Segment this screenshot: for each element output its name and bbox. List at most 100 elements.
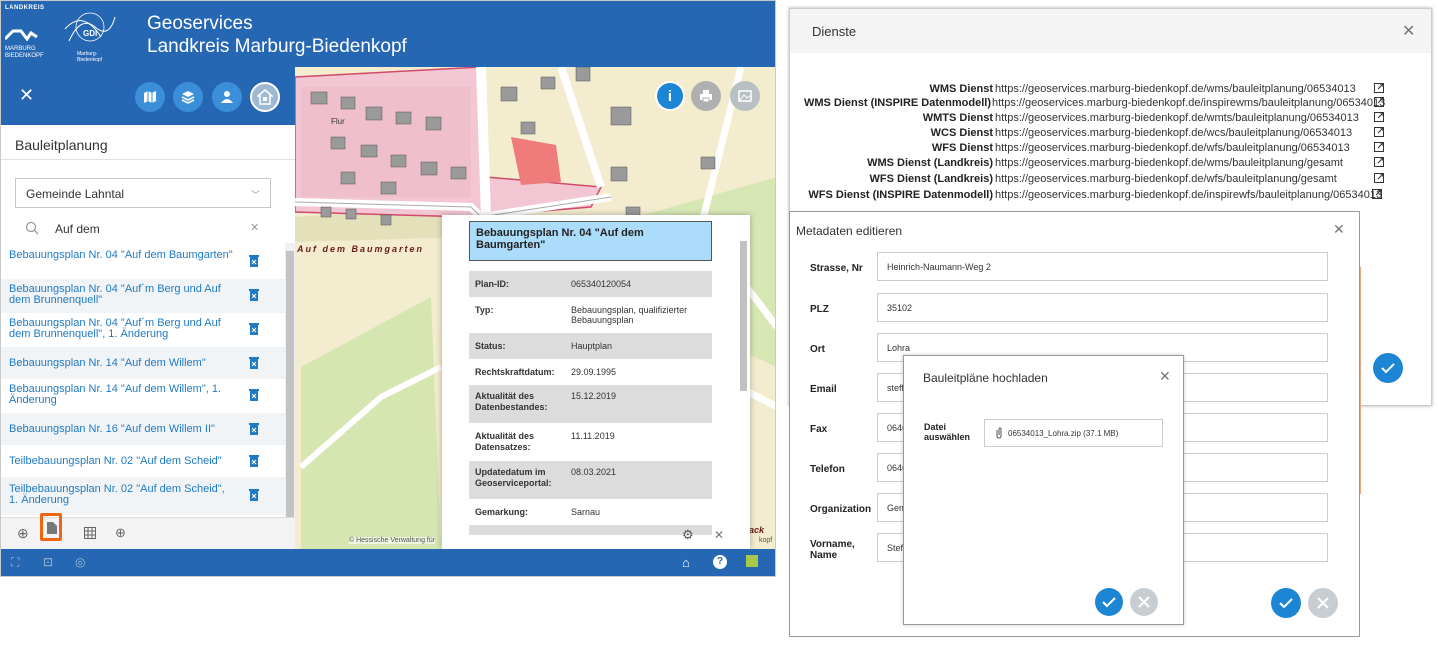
scrollbar-thumb[interactable] — [286, 251, 294, 521]
table-icon[interactable] — [84, 527, 96, 539]
plan-item[interactable]: Bebauungsplan Nr. 04 "Auf´m Berg und Auf… — [1, 279, 285, 313]
delete-icon[interactable] — [249, 423, 259, 435]
field-label: Organization — [810, 504, 872, 515]
service-url[interactable]: https://geoservices.marburg-biedenkopf.d… — [995, 112, 1359, 124]
metadaten-confirm-button[interactable] — [1271, 588, 1301, 618]
service-url[interactable]: https://geoservices.marburg-biedenkopf.d… — [995, 189, 1382, 201]
field-label: Strasse, Nr — [810, 263, 863, 274]
selected-file: 06534013_Lohra.zip (37.1 MB) — [1008, 429, 1119, 438]
plan-item[interactable]: Bebauungsplan Nr. 04 "Auf dem Baumgarten… — [1, 245, 285, 279]
upload-dialog: Bauleitpläne hochladen ✕ Datei auswählen… — [903, 355, 1184, 625]
info-icon: i — [667, 87, 673, 105]
info-row: Plan-ID: 065340120054 — [469, 271, 712, 297]
cancel-icon — [1317, 597, 1329, 609]
delete-icon[interactable] — [249, 323, 259, 335]
external-link-icon[interactable] — [1372, 189, 1382, 199]
info-tool-button[interactable]: i — [655, 81, 685, 111]
service-url[interactable]: https://geoservices.marburg-biedenkopf.d… — [995, 157, 1343, 169]
plan-item[interactable]: Bebauungsplan Nr. 14 "Auf dem Willem", 1… — [1, 379, 285, 413]
external-link-icon[interactable] — [1374, 97, 1384, 107]
check-icon — [1279, 598, 1293, 609]
service-url[interactable]: https://geoservices.marburg-biedenkopf.d… — [992, 97, 1385, 109]
info-row: Aktualität des Datenbestandes: 15.12.2019 — [469, 385, 712, 423]
bauleitplanung-button[interactable] — [250, 82, 280, 112]
metadaten-cancel-button[interactable] — [1308, 588, 1338, 618]
metadaten-title: Metadaten editieren — [796, 224, 903, 238]
external-link-icon[interactable] — [1374, 142, 1384, 152]
locate-icon[interactable]: ◎ — [75, 555, 85, 569]
map-label-street: Auf dem Baumgarten — [296, 244, 424, 254]
feature-info-popup: Bebauungsplan Nr. 04 "Auf dem Baumgarten… — [442, 215, 750, 549]
close-icon[interactable]: ✕ — [1159, 368, 1171, 385]
info-scrollbar[interactable] — [738, 225, 748, 515]
service-row: WFS Dienst (Landkreis) https://geoservice… — [790, 173, 1430, 186]
info-row: Rechtskraftdatum: 29.09.1995 — [475, 367, 617, 377]
close-icon[interactable]: ✕ — [1333, 221, 1345, 238]
plan-item[interactable]: Bebauungsplan Nr. 16 "Auf dem Willem II" — [1, 413, 285, 445]
document-icon[interactable] — [47, 522, 57, 534]
delete-icon[interactable] — [249, 357, 259, 369]
gemeinde-select[interactable]: Gemeinde Lahntal ﹀ — [15, 178, 271, 208]
dienste-confirm-button[interactable] — [1373, 353, 1403, 383]
fullscreen-icon[interactable]: ⛶ — [11, 555, 19, 570]
file-label: Datei auswählen — [924, 422, 971, 442]
strasse-field[interactable]: Heinrich-Naumann-Weg 2 — [877, 252, 1328, 281]
home-icon[interactable]: ⌂ — [682, 555, 690, 570]
map-layers-button[interactable] — [135, 82, 165, 112]
info-row: Updatedatum im Geoserviceportal: 08.03.20… — [469, 461, 712, 499]
field-label: Telefon — [810, 464, 845, 475]
external-link-icon[interactable] — [1374, 83, 1384, 93]
plz-field[interactable]: 35102 — [877, 293, 1328, 322]
user-button[interactable] — [212, 82, 242, 112]
service-url[interactable]: https://geoservices.marburg-biedenkopf.d… — [995, 173, 1337, 185]
plan-search[interactable]: Auf dem ✕ — [15, 217, 271, 239]
service-row: WCS Dienst https://geoservices.marburg-bi… — [790, 127, 1430, 140]
sidebar-toolbar: ⊕ ⊕ — [1, 513, 295, 549]
delete-icon[interactable] — [249, 489, 259, 501]
delete-icon[interactable] — [249, 389, 259, 401]
service-row: WMTS Dienst https://geoservices.marburg-b… — [790, 112, 1430, 125]
layers-button[interactable] — [173, 82, 203, 112]
clear-search-icon[interactable]: ✕ — [250, 221, 259, 234]
external-link-icon[interactable] — [1374, 157, 1384, 167]
check-icon — [1102, 597, 1116, 608]
print-button[interactable] — [691, 81, 721, 111]
scrollbar-thumb[interactable] — [740, 241, 747, 391]
delete-icon[interactable] — [249, 455, 259, 467]
sidebar-header: ✕ — [1, 67, 295, 125]
gear-icon[interactable]: ⚙ — [682, 527, 694, 543]
plan-item[interactable]: Teilbebauungsplan Nr. 02 "Auf dem Scheid… — [1, 445, 285, 477]
plan-item[interactable]: Bebauungsplan Nr. 04 "Auf´m Berg und Auf… — [1, 313, 285, 347]
add-icon[interactable]: ⊕ — [17, 525, 29, 542]
layers-icon — [181, 91, 195, 104]
service-url[interactable]: https://geoservices.marburg-biedenkopf.d… — [995, 83, 1356, 95]
plan-item[interactable]: Bebauungsplan Nr. 14 "Auf dem Willem" — [1, 347, 285, 379]
external-link-icon[interactable] — [1374, 112, 1384, 122]
close-icon[interactable]: ✕ — [1402, 21, 1415, 41]
service-url[interactable]: https://geoservices.marburg-biedenkopf.d… — [995, 142, 1350, 154]
close-icon[interactable]: ✕ — [714, 528, 724, 542]
sidebar-scrollbar[interactable] — [285, 243, 295, 521]
upload-confirm-button[interactable] — [1095, 588, 1123, 616]
service-row: WFS Dienst (INSPIRE Datenmodell) https://… — [808, 189, 1383, 201]
info-row: Aktualität des Datensatzes: 11.11.2019 — [475, 431, 615, 452]
delete-icon[interactable] — [249, 289, 259, 301]
close-sidebar-icon[interactable]: ✕ — [19, 85, 34, 106]
image-export-button[interactable] — [730, 81, 760, 111]
external-link-icon[interactable] — [1374, 127, 1384, 137]
file-chooser[interactable]: 06534013_Lohra.zip (37.1 MB) — [984, 419, 1163, 447]
plan-item[interactable]: Teilbebauungsplan Nr. 02 "Auf dem Scheid… — [1, 477, 285, 515]
app-header: LANDKREIS MARBURG BIEDENKOPF GDI Marburg… — [1, 1, 775, 67]
globe-icon[interactable]: ⊕ — [115, 525, 126, 541]
service-url[interactable]: https://geoservices.marburg-biedenkopf.d… — [995, 127, 1352, 139]
search-input[interactable]: Auf dem — [55, 222, 100, 236]
upload-cancel-button[interactable] — [1130, 588, 1158, 616]
delete-icon[interactable] — [249, 255, 259, 267]
zoom-extent-icon[interactable]: ⊡ — [43, 555, 53, 569]
package-icon[interactable] — [746, 555, 758, 567]
map-label-flur: Flur — [331, 117, 345, 126]
external-link-icon[interactable] — [1374, 173, 1384, 183]
help-icon[interactable]: ? — [713, 555, 727, 569]
field-label: Fax — [810, 424, 828, 435]
search-icon — [25, 221, 39, 235]
